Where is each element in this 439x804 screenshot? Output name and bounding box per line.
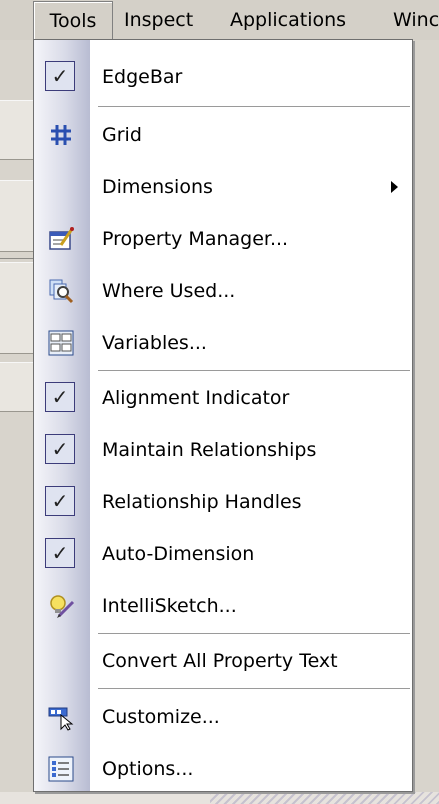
where-used-icon xyxy=(45,275,77,307)
menu-item-label: Maintain Relationships xyxy=(102,439,317,461)
menu-item-label: Relationship Handles xyxy=(102,491,302,513)
options-icon xyxy=(45,753,77,785)
menu-item-label: Grid xyxy=(102,124,142,146)
grid-icon xyxy=(45,119,77,151)
checkmark-icon: ✓ xyxy=(45,61,75,91)
customize-icon xyxy=(45,701,77,733)
menu-item-intellisketch[interactable]: IntelliSketch... xyxy=(34,581,412,631)
menu-item-label: EdgeBar xyxy=(102,66,183,88)
checkmark-icon: ✓ xyxy=(45,486,75,516)
tools-dropdown-menu: ✓ EdgeBar Grid Dimensions Property Manag… xyxy=(33,39,413,792)
menu-tools[interactable]: Tools xyxy=(33,1,113,41)
checkmark-icon: ✓ xyxy=(45,434,75,464)
menu-item-dimensions[interactable]: Dimensions xyxy=(34,162,412,212)
menu-window[interactable]: Winc xyxy=(393,0,439,40)
menu-item-auto-dimension[interactable]: ✓ Auto-Dimension xyxy=(34,529,412,579)
menu-item-label: Options... xyxy=(102,758,194,780)
menu-item-alignment-indicator[interactable]: ✓ Alignment Indicator xyxy=(34,373,412,423)
menu-separator xyxy=(98,688,410,690)
menu-item-property-manager[interactable]: Property Manager... xyxy=(34,214,412,264)
menubar: Tools Inspect Applications Winc xyxy=(0,0,439,41)
menu-item-customize[interactable]: Customize... xyxy=(34,692,412,742)
menu-inspect[interactable]: Inspect xyxy=(124,0,193,40)
checkmark-icon: ✓ xyxy=(45,538,75,568)
menu-separator xyxy=(98,106,410,108)
menu-item-label: Auto-Dimension xyxy=(102,543,255,565)
background-app-right xyxy=(413,40,439,804)
menu-item-label: Property Manager... xyxy=(102,228,289,250)
menu-item-label: IntelliSketch... xyxy=(102,595,237,617)
menu-item-label: Convert All Property Text xyxy=(102,650,338,672)
menu-item-where-used[interactable]: Where Used... xyxy=(34,266,412,316)
menu-item-label: Customize... xyxy=(102,706,220,728)
menu-item-relationship-handles[interactable]: ✓ Relationship Handles xyxy=(34,477,412,527)
menu-separator xyxy=(98,370,410,372)
menu-item-label: Variables... xyxy=(102,332,207,354)
menu-item-label: Where Used... xyxy=(102,280,236,302)
menu-applications[interactable]: Applications xyxy=(230,0,346,40)
menu-item-maintain-relationships[interactable]: ✓ Maintain Relationships xyxy=(34,425,412,475)
property-manager-icon xyxy=(45,223,77,255)
menu-item-options[interactable]: Options... xyxy=(34,744,412,794)
menu-item-convert-all-property-text[interactable]: Convert All Property Text xyxy=(34,636,412,686)
menu-separator xyxy=(98,633,410,635)
menu-item-variables[interactable]: Variables... xyxy=(34,318,412,368)
menu-item-label: Alignment Indicator xyxy=(102,387,290,409)
menu-item-edgebar[interactable]: ✓ EdgeBar xyxy=(34,52,412,102)
checkmark-icon: ✓ xyxy=(45,382,75,412)
menu-item-grid[interactable]: Grid xyxy=(34,110,412,160)
intellisketch-icon xyxy=(45,590,77,622)
submenu-arrow-icon xyxy=(391,181,398,193)
menu-item-label: Dimensions xyxy=(102,176,213,198)
variables-icon xyxy=(45,327,77,359)
